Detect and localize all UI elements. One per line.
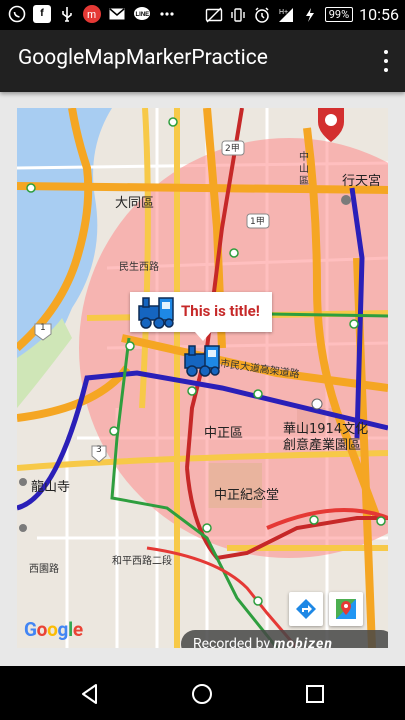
battery-charging-icon	[301, 6, 319, 24]
marker-info-window[interactable]: This is title!	[130, 292, 272, 341]
clock: 10:56	[359, 5, 399, 24]
map-label: 1甲	[250, 217, 265, 227]
map-label: 中正區	[204, 426, 244, 441]
app-toolbar: GoogleMapMarkerPractice	[0, 30, 405, 92]
overflow-menu-button[interactable]	[381, 50, 391, 72]
map-label: 3	[96, 445, 102, 455]
gmail-icon	[108, 5, 126, 23]
google-maps-icon	[336, 599, 356, 619]
line-icon: LINE	[133, 5, 151, 23]
recorder-brand: mobizen	[273, 636, 333, 648]
google-logo: Google	[24, 618, 83, 641]
facebook-icon: f	[33, 5, 51, 23]
menu-dot	[384, 59, 388, 63]
info-window-pointer	[195, 332, 211, 341]
directions-button[interactable]	[289, 592, 323, 626]
whatsapp-icon	[8, 5, 26, 23]
menu-dot	[384, 50, 388, 54]
directions-icon	[296, 599, 316, 619]
mobizen-icon: m	[83, 5, 101, 23]
map-label: 民生西路	[119, 262, 159, 273]
train-marker-icon[interactable]	[183, 342, 221, 378]
map-label: 大同區	[115, 196, 155, 211]
more-dots-icon	[158, 5, 176, 23]
svg-text:H+: H+	[279, 9, 288, 16]
menu-dot	[384, 68, 388, 72]
battery-level: 99%	[324, 7, 354, 22]
open-in-maps-button[interactable]	[329, 592, 363, 626]
map-label: 龍山寺	[31, 480, 71, 495]
map-label: 創意產業園區	[283, 438, 362, 453]
map-label: 和平西路二段	[112, 556, 172, 567]
google-map[interactable]: 大同區 中正區 民生西路 市民大道高架道路 華山1914文化 創意產業園區 中正…	[17, 108, 388, 648]
cast-icon	[205, 6, 223, 24]
map-label: 2甲	[225, 144, 240, 154]
system-icons: H+ 99% 10:56	[205, 5, 399, 24]
map-label: 西園路	[29, 564, 59, 575]
home-icon[interactable]	[190, 682, 214, 706]
marker-title: This is title!	[181, 302, 260, 320]
signal-icon: H+	[277, 6, 295, 24]
notification-icons: f m LINE	[8, 5, 176, 23]
app-title: GoogleMapMarkerPractice	[18, 46, 268, 70]
recording-watermark: Recorded by mobizen	[181, 630, 388, 648]
map-label: 中正紀念堂	[214, 488, 280, 503]
alarm-icon	[253, 6, 271, 24]
map-label: 1	[40, 323, 46, 333]
svg-text:LINE: LINE	[136, 12, 150, 18]
map-label: 行天宮	[342, 174, 382, 189]
system-navigation-bar	[0, 666, 405, 720]
usb-icon	[58, 5, 76, 23]
svg-text:m: m	[87, 9, 96, 21]
map-base-layer	[17, 108, 388, 648]
recorded-by-label: Recorded by	[193, 636, 271, 648]
map-label: 區	[299, 176, 309, 187]
vibrate-icon	[229, 6, 247, 24]
train-icon	[138, 297, 174, 329]
back-icon[interactable]	[78, 682, 102, 706]
recents-icon[interactable]	[303, 682, 327, 706]
status-bar: f m LINE H+ 99% 10:56	[0, 0, 405, 30]
